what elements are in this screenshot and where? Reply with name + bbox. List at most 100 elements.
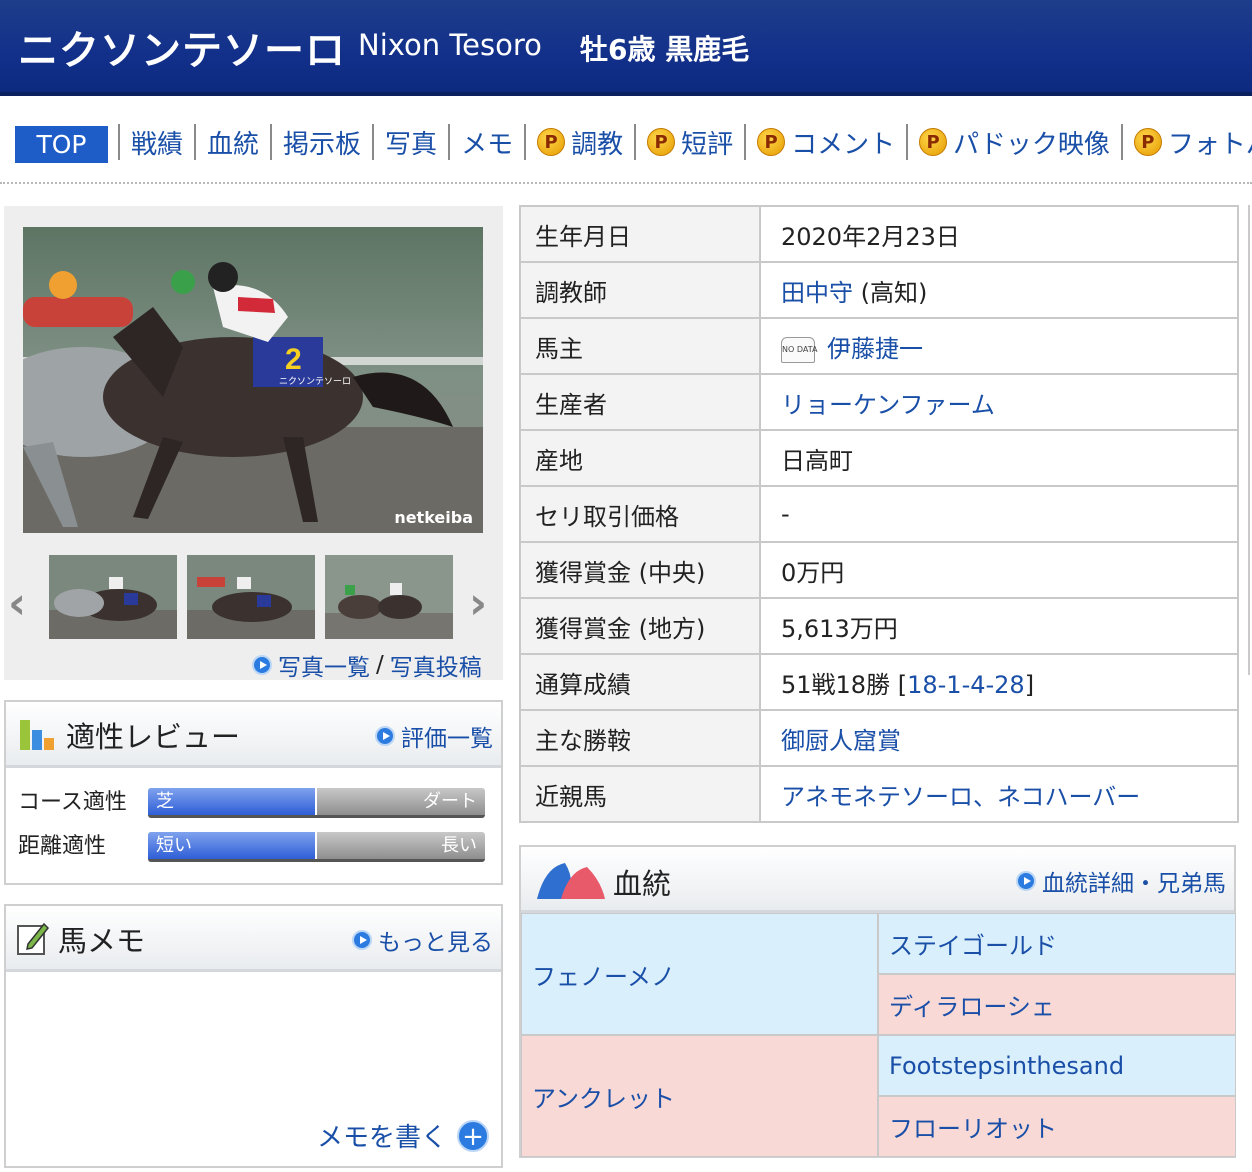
tab-label: コメント <box>791 129 896 160</box>
photo-thumbnail[interactable] <box>325 555 453 639</box>
premium-icon: P <box>537 128 566 156</box>
main-race-photo[interactable]: 2 ニクソンテソーロ netkeiba <box>23 227 483 533</box>
next-arrow-icon[interactable]: › <box>469 578 487 629</box>
thumbnail-image <box>49 555 177 639</box>
earnings-central-label: 獲得賞金 (中央) <box>519 541 761 599</box>
review-header: 適性レビュー 評価一覧 <box>6 702 501 768</box>
birthdate-label: 生年月日 <box>519 205 761 263</box>
write-memo-label: メモを書く <box>316 1123 447 1153</box>
record-text: 51戦18勝 <box>781 670 891 699</box>
tab-training[interactable]: P 調教 <box>524 124 634 160</box>
review-list-link[interactable]: 評価一覧 <box>375 719 493 753</box>
tab-label: 調教 <box>571 129 624 160</box>
course-aptitude-row: コース適性 芝 ダート <box>18 786 488 820</box>
tab-label: パドック映像 <box>953 129 1110 160</box>
record-cell: 51戦18勝 [18-1-4-28] <box>759 653 1239 711</box>
horse-header: ニクソンテソーロ Nixon Tesoro 牡6歳 黒鹿毛 <box>0 0 1252 96</box>
bracket-open: [ <box>897 670 908 699</box>
horse-attributes: 牡6歳 黒鹿毛 <box>580 33 750 66</box>
tab-board[interactable]: 掲示板 <box>270 124 372 160</box>
pedigree-detail-link[interactable]: 血統詳細・兄弟馬 <box>1016 864 1226 898</box>
photo-links: 写真一覧 / 写真投稿 <box>252 648 482 682</box>
relatives-cell: アネモネテソーロ、ネコハーバー <box>759 765 1239 823</box>
tab-pedigree[interactable]: 血統 <box>194 124 270 160</box>
memo-more-link[interactable]: もっと見る <box>352 923 493 957</box>
tab-comment[interactable]: P コメント <box>744 124 906 160</box>
table-row: 産地 日高町 <box>519 429 1239 487</box>
table-row: 獲得賞金 (地方) 5,613万円 <box>519 597 1239 655</box>
sire-sire-cell[interactable]: ステイゴールド <box>878 913 1236 974</box>
saddle-name: ニクソンテソーロ <box>279 376 351 387</box>
memo-more-label: もっと見る <box>378 930 493 956</box>
table-row: 主な勝鞍 御厨人窟賞 <box>519 709 1239 767</box>
racing-silk-icon: NO DATA <box>781 336 817 363</box>
pedigree-title: 血統 <box>613 867 672 901</box>
main-wins-cell: 御厨人窟賞 <box>759 709 1239 767</box>
tab-photos[interactable]: 写真 <box>372 124 448 160</box>
arrow-bullet-icon <box>375 726 395 746</box>
dam-sire-cell[interactable]: Footstepsinthesand <box>878 1035 1236 1096</box>
owner-link[interactable]: 伊藤捷一 <box>827 335 923 363</box>
photo-gallery: 2 ニクソンテソーロ netkeiba ‹ › 写真一覧 / 写真投稿 <box>4 206 503 682</box>
review-title: 適性レビュー <box>66 720 241 754</box>
breeder-link[interactable]: リョーケンファーム <box>781 391 995 419</box>
photo-thumbnail[interactable] <box>49 555 177 639</box>
tab-label: メモ <box>461 129 514 160</box>
dam-cell[interactable]: アンクレット <box>521 1035 878 1157</box>
photo-post-link[interactable]: 写真投稿 <box>390 648 482 682</box>
premium-icon: P <box>919 128 948 156</box>
dam-dam-name: フローリオット <box>889 1115 1057 1143</box>
trainer-label: 調教師 <box>519 261 761 319</box>
trainer-cell: 田中守 (高知) <box>759 261 1239 319</box>
origin-value: 日高町 <box>759 429 1239 487</box>
write-memo-button[interactable]: メモを書く + <box>317 1117 489 1154</box>
sire-dam-cell[interactable]: ディラローシェ <box>878 974 1236 1035</box>
aptitude-label: 距離適性 <box>18 834 107 859</box>
horse-name-japanese: ニクソンテソーロ <box>18 28 346 74</box>
pedigree-horses-icon <box>537 863 605 899</box>
premium-icon: P <box>757 128 786 156</box>
record-detail-link[interactable]: 18-1-4-28 <box>907 671 1025 699</box>
table-row: 獲得賞金 (中央) 0万円 <box>519 541 1239 599</box>
prev-arrow-icon[interactable]: ‹ <box>8 578 26 629</box>
table-row: 近親馬 アネモネテソーロ、ネコハーバー <box>519 765 1239 823</box>
photo-thumbnail[interactable] <box>187 555 315 639</box>
tab-label: 掲示板 <box>283 129 362 160</box>
tab-results[interactable]: 戦績 <box>118 124 194 160</box>
tab-memo[interactable]: メモ <box>448 124 524 160</box>
thumbnail-image <box>325 555 453 639</box>
auction-label: セリ取引価格 <box>519 485 761 543</box>
premium-icon: P <box>1133 128 1162 156</box>
plus-icon: + <box>457 1119 489 1152</box>
trainer-link[interactable]: 田中守 <box>781 279 853 307</box>
bar-chart-icon <box>20 720 54 750</box>
earnings-local-label: 獲得賞金 (地方) <box>519 597 761 655</box>
earnings-central-value: 0万円 <box>759 541 1239 599</box>
table-row: 調教師 田中守 (高知) <box>519 261 1239 319</box>
earnings-local-value: 5,613万円 <box>759 597 1239 655</box>
aptitude-label: コース適性 <box>18 790 127 815</box>
aptitude-right-label: ダート <box>423 791 477 812</box>
dam-dam-cell[interactable]: フローリオット <box>878 1096 1236 1157</box>
horse-memo-box: 馬メモ もっと見る メモを書く + <box>4 904 503 1168</box>
sire-cell[interactable]: フェノーメノ <box>521 913 878 1035</box>
table-row: 通算成績 51戦18勝 [18-1-4-28] <box>519 653 1239 711</box>
table-row: 生年月日 2020年2月23日 <box>519 205 1239 263</box>
tab-list: 戦績 血統 掲示板 写真 メモ P 調教 P 短評 P コメント P パドック映像 Pフ… <box>118 124 1252 160</box>
main-win-link[interactable]: 御厨人窟賞 <box>781 727 901 755</box>
dam-name: アンクレット <box>532 1084 676 1113</box>
arrow-bullet-icon <box>1016 871 1036 891</box>
review-list-label: 評価一覧 <box>401 726 493 752</box>
tab-short-review[interactable]: P 短評 <box>634 124 744 160</box>
tab-label: 短評 <box>681 129 734 160</box>
sire-dam-name: ディラローシェ <box>889 993 1055 1021</box>
birthdate-value: 2020年2月23日 <box>759 205 1239 263</box>
aptitude-right-label: 長い <box>441 835 477 856</box>
tab-paddock-video[interactable]: P パドック映像 <box>906 124 1121 160</box>
tab-top[interactable]: TOP <box>15 126 108 163</box>
tab-photo-paddock[interactable]: Pフォトパ <box>1120 124 1252 160</box>
tab-label: 写真 <box>385 129 438 160</box>
pedigree-detail-label: 血統詳細・兄弟馬 <box>1042 871 1226 897</box>
photo-list-link[interactable]: 写真一覧 <box>278 648 370 682</box>
relatives-link[interactable]: アネモネテソーロ、ネコハーバー <box>781 783 1140 811</box>
